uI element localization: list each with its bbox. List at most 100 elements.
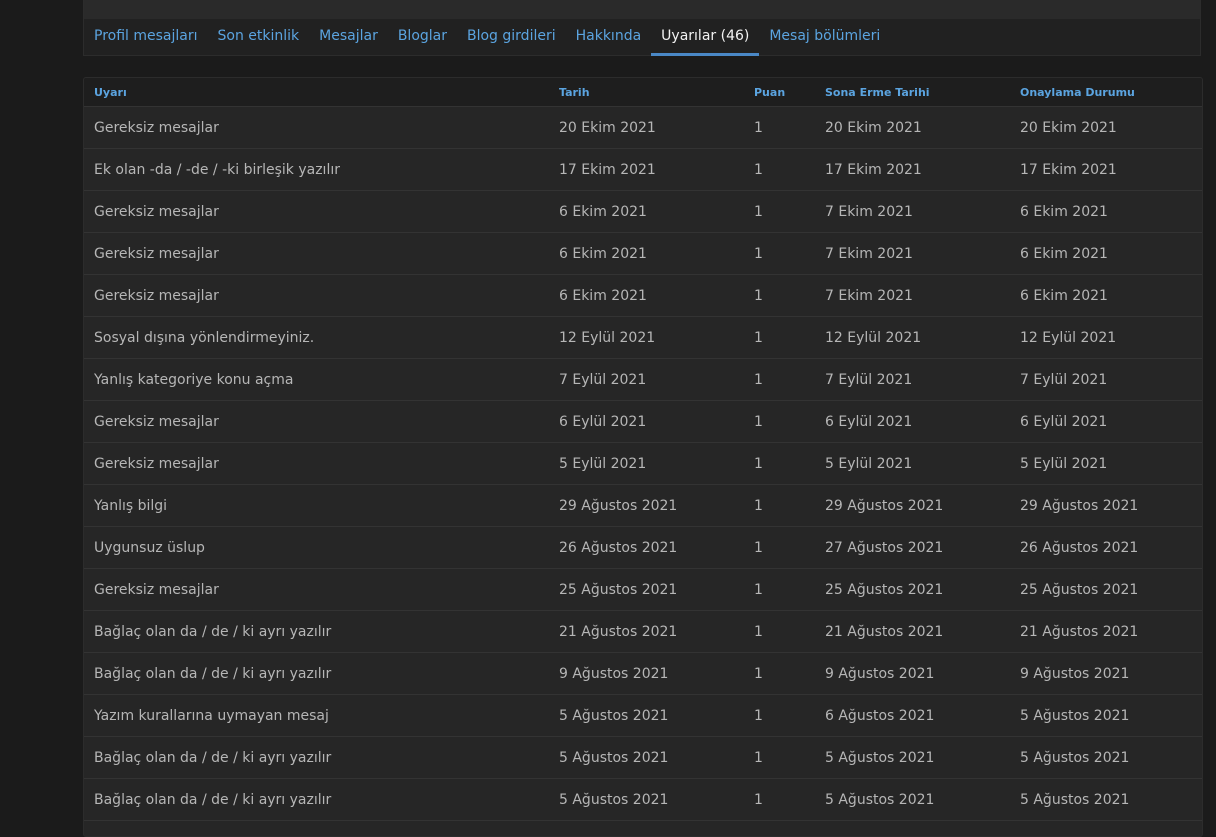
- date-cell: 5 Ağustos 2021: [559, 791, 669, 808]
- date-cell: 12 Eylül 2021: [559, 329, 656, 346]
- approval-status-cell: 25 Ağustos 2021: [1020, 581, 1139, 598]
- expiry-date-cell: 9 Ağustos 2021: [825, 665, 935, 682]
- approval-status-cell: 7 Eylül 2021: [1020, 371, 1108, 388]
- warning-reason-cell: Gereksiz mesajlar: [94, 287, 219, 304]
- profile-tabs: Profil mesajları Son etkinlik Mesajlar B…: [84, 19, 890, 56]
- warning-reason-cell: Bağlaç olan da / de / ki ayrı yazılır: [94, 623, 332, 640]
- tab-recent-activity[interactable]: Son etkinlik: [208, 19, 310, 56]
- warning-reason-cell: Yazım kurallarına uymayan mesaj: [94, 707, 329, 724]
- date-cell: 9 Ağustos 2021: [559, 665, 669, 682]
- table-row: Ek olan -da / -de / -ki birleşik yazılır…: [84, 149, 1202, 191]
- tab-message-sections[interactable]: Mesaj bölümleri: [759, 19, 890, 56]
- column-header-expiry-date[interactable]: Sona Erme Tarihi: [825, 78, 930, 106]
- expiry-date-cell: 6 Ağustos 2021: [825, 707, 935, 724]
- table-body: Gereksiz mesajlar 20 Ekim 2021 1 20 Ekim 20…: [84, 107, 1202, 836]
- column-header-warning[interactable]: Uyarı: [94, 78, 127, 106]
- tab-profile-messages[interactable]: Profil mesajları: [84, 19, 208, 56]
- expiry-date-cell: 5 Ağustos 2021: [825, 791, 935, 808]
- approval-status-cell: 6 Ekim 2021: [1020, 287, 1108, 304]
- points-cell: 1: [754, 329, 763, 346]
- points-cell: 1: [754, 203, 763, 220]
- date-cell: 25 Ağustos 2021: [559, 581, 678, 598]
- column-header-date[interactable]: Tarih: [559, 78, 590, 106]
- expiry-date-cell: 21 Ağustos 2021: [825, 623, 944, 640]
- warning-reason-cell: Gereksiz mesajlar: [94, 203, 219, 220]
- date-cell: 29 Ağustos 2021: [559, 497, 678, 514]
- points-cell: 1: [754, 749, 763, 766]
- points-cell: 1: [754, 497, 763, 514]
- table-row: Yanlış bilgi 29 Ağustos 2021 1 29 Ağustos 2…: [84, 485, 1202, 527]
- table-row: Bağlaç olan da / de / ki ayrı yazılır 5 A…: [84, 737, 1202, 779]
- table-row: Uygunsuz üslup 26 Ağustos 2021 1 27 Ağustos…: [84, 527, 1202, 569]
- approval-status-cell: 6 Ekim 2021: [1020, 245, 1108, 262]
- table-row: Gereksiz mesajlar 25 Ağustos 2021 1 25 Ağus…: [84, 569, 1202, 611]
- table-header-row: Uyarı Tarih Puan Sona Erme Tarihi Onayla…: [84, 78, 1202, 107]
- tab-blogs[interactable]: Bloglar: [388, 19, 457, 56]
- warning-reason-cell: Bağlaç olan da / de / ki ayrı yazılır: [94, 791, 332, 808]
- tab-blog-entries[interactable]: Blog girdileri: [457, 19, 566, 56]
- warning-reason-cell: Yanlış bilgi: [94, 497, 168, 514]
- expiry-date-cell: 27 Ağustos 2021: [825, 539, 944, 556]
- date-cell: 5 Ağustos 2021: [559, 707, 669, 724]
- points-cell: 1: [754, 287, 763, 304]
- table-row: Bağlaç olan da / de / ki ayrı yazılır 21 …: [84, 611, 1202, 653]
- date-cell: 6 Eylül 2021: [559, 413, 647, 430]
- table-row: Sosyal dışına yönlendirmeyiniz. 12 Eylül …: [84, 317, 1202, 359]
- column-header-approval-status[interactable]: Onaylama Durumu: [1020, 78, 1135, 106]
- points-cell: 1: [754, 371, 763, 388]
- warning-reason-cell: Yanlış kategoriye konu açma: [94, 371, 294, 388]
- right-gutter: [1203, 0, 1216, 827]
- table-row: Gereksiz mesajlar 6 Ekim 2021 1 7 Ekim 2021…: [84, 191, 1202, 233]
- table-row: Yanlış kategoriye konu açma 7 Eylül 2021 1…: [84, 359, 1202, 401]
- approval-status-cell: 20 Ekim 2021: [1020, 119, 1117, 136]
- approval-status-cell: 12 Eylül 2021: [1020, 329, 1117, 346]
- approval-status-cell: 6 Eylül 2021: [1020, 413, 1108, 430]
- points-cell: 1: [754, 119, 763, 136]
- points-cell: 1: [754, 245, 763, 262]
- warning-reason-cell: Gereksiz mesajlar: [94, 413, 219, 430]
- table-row: Gereksiz mesajlar 6 Ekim 2021 1 7 Ekim 2021…: [84, 233, 1202, 275]
- table-row: Gereksiz mesajlar 6 Ekim 2021 1 7 Ekim 2021…: [84, 275, 1202, 317]
- warning-reason-cell: Gereksiz mesajlar: [94, 245, 219, 262]
- points-cell: 1: [754, 665, 763, 682]
- warning-reason-cell: Bağlaç olan da / de / ki ayrı yazılır: [94, 749, 332, 766]
- approval-status-cell: 5 Eylül 2021: [1020, 455, 1108, 472]
- approval-status-cell: 5 Ağustos 2021: [1020, 791, 1130, 808]
- expiry-date-cell: 6 Eylül 2021: [825, 413, 913, 430]
- column-header-points[interactable]: Puan: [754, 78, 785, 106]
- points-cell: 1: [754, 581, 763, 598]
- warning-reason-cell: Ek olan -da / -de / -ki birleşik yazılır: [94, 161, 340, 178]
- warning-reason-cell: Uygunsuz üslup: [94, 539, 205, 556]
- expiry-date-cell: 29 Ağustos 2021: [825, 497, 944, 514]
- profile-header-strip: [84, 0, 1200, 19]
- approval-status-cell: 21 Ağustos 2021: [1020, 623, 1139, 640]
- date-cell: 5 Ağustos 2021: [559, 749, 669, 766]
- approval-status-cell: 29 Ağustos 2021: [1020, 497, 1139, 514]
- left-gutter: [0, 0, 83, 827]
- tab-about[interactable]: Hakkında: [566, 19, 652, 56]
- points-cell: 1: [754, 539, 763, 556]
- points-cell: 1: [754, 707, 763, 724]
- warning-reason-cell: Gereksiz mesajlar: [94, 455, 219, 472]
- expiry-date-cell: 7 Ekim 2021: [825, 245, 913, 262]
- tab-warnings[interactable]: Uyarılar (46): [651, 19, 760, 56]
- tab-messages[interactable]: Mesajlar: [309, 19, 388, 56]
- points-cell: 1: [754, 413, 763, 430]
- expiry-date-cell: 7 Ekim 2021: [825, 287, 913, 304]
- expiry-date-cell: 17 Ekim 2021: [825, 161, 922, 178]
- expiry-date-cell: 25 Ağustos 2021: [825, 581, 944, 598]
- table-row: Yazım kurallarına uymayan mesaj 5 Ağustos…: [84, 695, 1202, 737]
- date-cell: 21 Ağustos 2021: [559, 623, 678, 640]
- points-cell: 1: [754, 791, 763, 808]
- approval-status-cell: 6 Ekim 2021: [1020, 203, 1108, 220]
- approval-status-cell: 17 Ekim 2021: [1020, 161, 1117, 178]
- date-cell: 5 Eylül 2021: [559, 455, 647, 472]
- points-cell: 1: [754, 161, 763, 178]
- warning-reason-cell: Gereksiz mesajlar: [94, 119, 219, 136]
- points-cell: 1: [754, 623, 763, 640]
- date-cell: 6 Ekim 2021: [559, 245, 647, 262]
- expiry-date-cell: 20 Ekim 2021: [825, 119, 922, 136]
- approval-status-cell: 9 Ağustos 2021: [1020, 665, 1130, 682]
- date-cell: 6 Ekim 2021: [559, 287, 647, 304]
- warning-reason-cell: Sosyal dışına yönlendirmeyiniz.: [94, 329, 315, 346]
